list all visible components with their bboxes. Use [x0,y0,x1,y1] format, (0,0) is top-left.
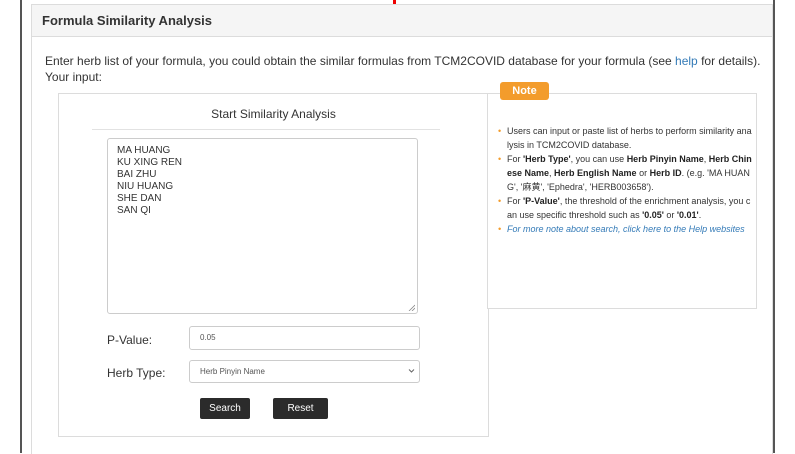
note-bold: Herb ID [649,168,682,178]
intro-text-after: for details). [697,54,761,68]
herb-line: MA HUANG [117,145,171,156]
help-link[interactable]: help [675,54,698,68]
note-badge: Note [500,82,549,100]
help-website-link[interactable]: • For more note about search, click here… [498,222,753,236]
note-bold: Herb English Name [554,168,637,178]
reset-button[interactable]: Reset [273,398,328,419]
herb-line: NIU HUANG [117,181,174,192]
note-item: • For 'P-Value', the threshold of the en… [498,194,753,222]
herbtype-selected-value: Herb Pinyin Name [200,367,265,376]
herbtype-label: Herb Type: [107,366,166,380]
chevron-down-icon [408,369,415,373]
your-input-label: Your input: [45,70,102,84]
pvalue-input[interactable]: 0.05 [189,326,420,350]
note-text: , you can use [570,154,627,164]
herb-line: SHE DAN [117,193,162,204]
herbtype-select[interactable]: Herb Pinyin Name [189,360,420,383]
similarity-form: Start Similarity Analysis MA HUANG KU XI… [58,93,489,437]
note-item: • For 'Herb Type', you can use Herb Piny… [498,152,753,194]
note-bold: 'P-Value' [523,196,560,206]
help-website-link-text: For more note about search, click here t… [507,224,745,234]
note-bold: '0.01' [676,210,699,220]
note-item: • Users can input or paste list of herbs… [498,124,753,152]
right-window-edge [771,0,795,453]
intro-text-before: Enter herb list of your formula, you cou… [45,54,676,68]
bullet-icon: • [498,196,502,206]
herb-line: BAI ZHU [117,169,157,180]
note-text: For [507,154,524,164]
herb-line: SAN QI [117,205,151,216]
panel-title: Formula Similarity Analysis [32,5,772,37]
note-bold: '0.05' [642,210,664,220]
resize-grip-icon[interactable] [408,304,415,311]
note-list: • Users can input or paste list of herbs… [498,124,753,236]
pvalue-label: P-Value: [107,333,153,347]
note-bold: Herb Pinyin Name [626,154,704,164]
note-item-text: Users can input or paste list of herbs t… [507,126,752,150]
title-divider [92,129,440,130]
herb-line: KU XING REN [117,157,183,168]
bullet-icon: • [498,224,502,234]
note-text: or [636,168,650,178]
form-title: Start Similarity Analysis [211,107,336,121]
herb-list-textarea[interactable]: MA HUANG KU XING REN BAI ZHU NIU HUANG S… [107,138,418,314]
search-button[interactable]: Search [200,398,250,419]
formula-similarity-panel: Formula Similarity Analysis Enter herb l… [31,4,773,454]
bullet-icon: • [498,154,502,164]
left-window-edge [0,0,22,453]
note-text: . [698,210,702,220]
note-bold: 'Herb Type' [523,154,571,164]
note-text: For [507,196,524,206]
bullet-icon: • [498,126,502,136]
intro-text: Enter herb list of your formula, you cou… [45,53,760,69]
note-text: or [663,210,677,220]
